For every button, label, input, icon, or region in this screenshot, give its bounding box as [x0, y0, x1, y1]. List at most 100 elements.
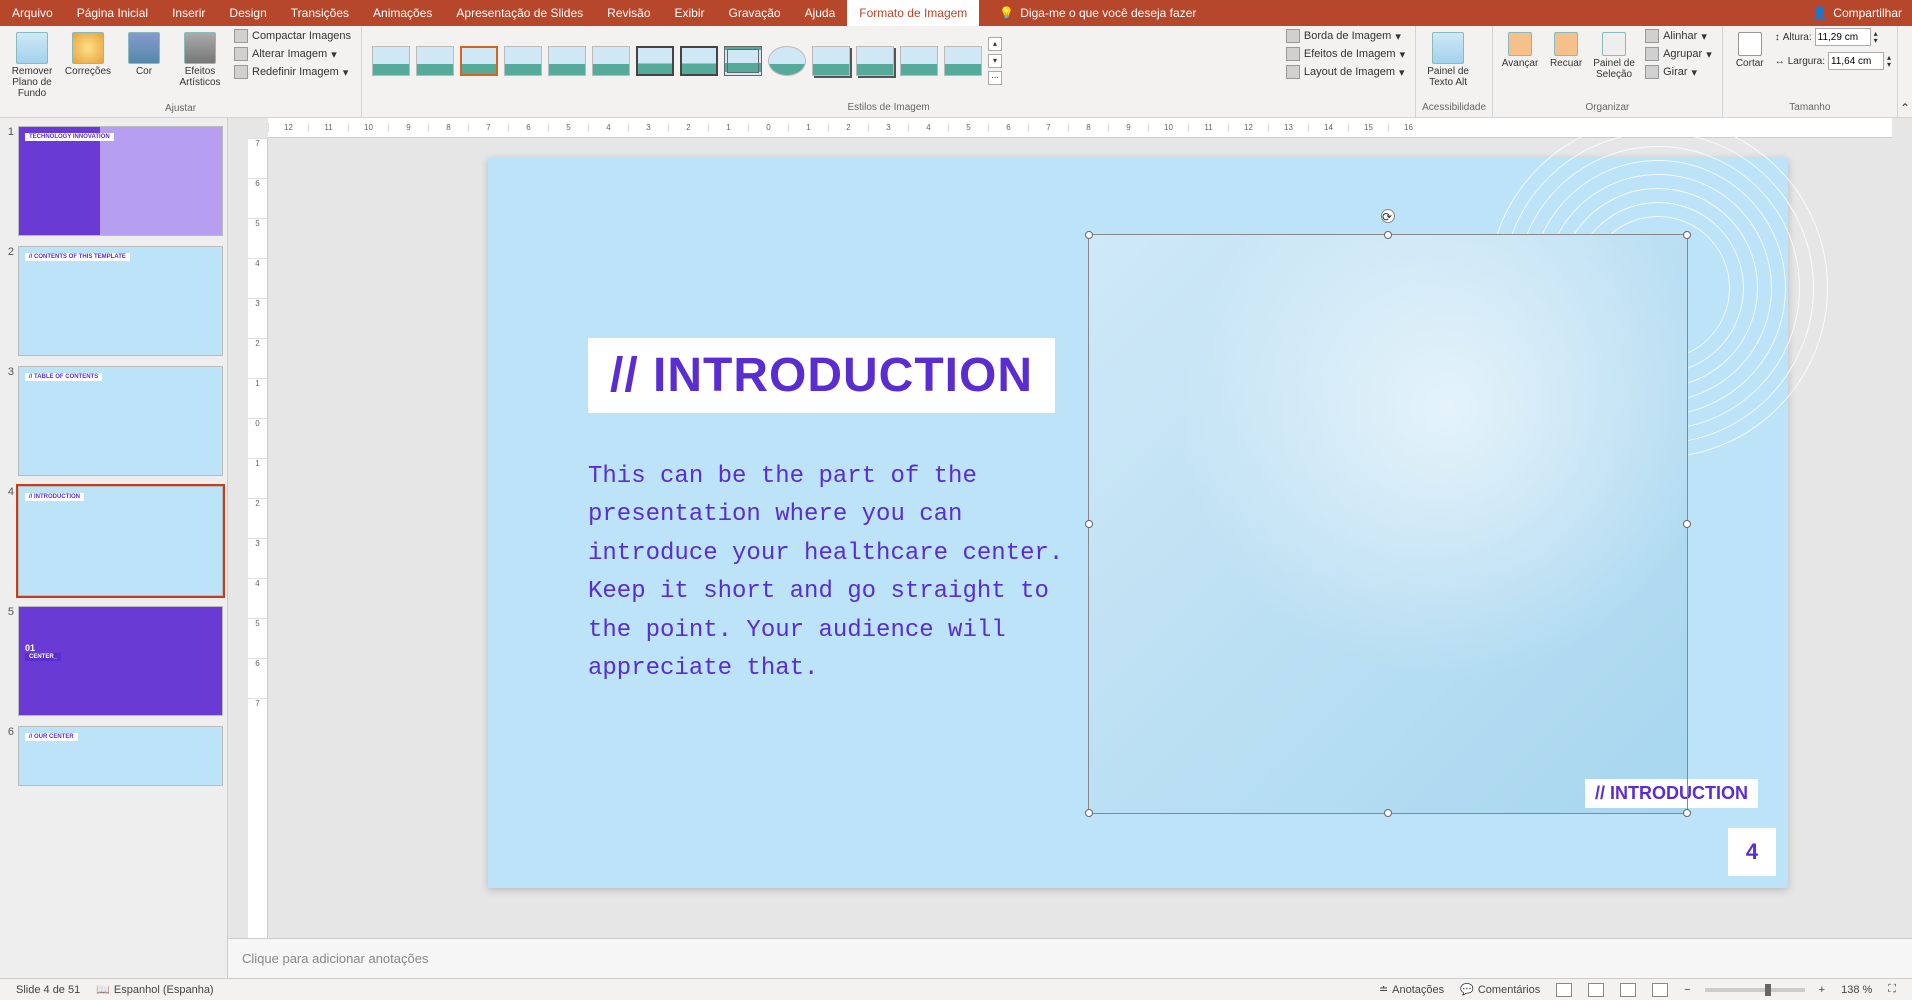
agrupar-button[interactable]: Agrupar ▾: [1641, 46, 1716, 62]
slide-page-number[interactable]: 4: [1728, 828, 1776, 876]
style-thumb-3[interactable]: [460, 46, 498, 76]
rotate-icon: [1645, 65, 1659, 79]
slide-thumb-3[interactable]: // TABLE OF CONTENTS: [18, 366, 223, 476]
recuar-button[interactable]: Recuar: [1545, 28, 1587, 73]
view-reading-button[interactable]: [1612, 983, 1644, 997]
gallery-more-button[interactable]: ⋯: [988, 71, 1002, 85]
tab-gravacao[interactable]: Gravação: [717, 0, 793, 26]
painel-texto-alt-button[interactable]: Painel de Texto Alt: [1422, 28, 1474, 92]
style-thumb-7[interactable]: [636, 46, 674, 76]
borda-imagem-button[interactable]: Borda de Imagem ▾: [1282, 28, 1409, 44]
tab-apresentacao[interactable]: Apresentação de Slides: [444, 0, 595, 26]
slide-thumb-2[interactable]: // CONTENTS OF THIS TEMPLATE: [18, 246, 223, 356]
tab-transicoes[interactable]: Transições: [279, 0, 361, 26]
share-button[interactable]: 👤 Compartilhar: [1812, 6, 1902, 20]
gallery-scroll-down[interactable]: ▾: [988, 54, 1002, 68]
alt-text-icon: [1432, 32, 1464, 64]
slide-title[interactable]: // INTRODUCTION: [588, 338, 1055, 413]
handle-mr[interactable]: [1683, 520, 1691, 528]
style-thumb-9[interactable]: [724, 46, 762, 76]
language-label: Espanhol (Espanha): [114, 984, 214, 996]
comentarios-button[interactable]: 💬 Comentários: [1452, 983, 1548, 996]
tell-me-label: Diga-me o que você deseja fazer: [1020, 6, 1196, 20]
style-thumb-12[interactable]: [856, 46, 894, 76]
view-normal-button[interactable]: [1548, 983, 1580, 997]
girar-button[interactable]: Girar ▾: [1641, 64, 1716, 80]
zoom-slider[interactable]: [1705, 988, 1805, 992]
style-thumb-14[interactable]: [944, 46, 982, 76]
anotacoes-button[interactable]: ≐ Anotações: [1371, 983, 1452, 996]
cortar-button[interactable]: Cortar: [1729, 28, 1771, 73]
tab-revisao[interactable]: Revisão: [595, 0, 662, 26]
style-thumb-11[interactable]: [812, 46, 850, 76]
slide-counter[interactable]: Slide 4 de 51: [8, 984, 88, 996]
efeitos-imagem-button[interactable]: Efeitos de Imagem ▾: [1282, 46, 1409, 62]
slide-body-text[interactable]: This can be the part of the presentation…: [588, 458, 1068, 688]
slide-thumb-1[interactable]: TECHNOLOGY INNOVATION: [18, 126, 223, 236]
style-thumb-8[interactable]: [680, 46, 718, 76]
thumb-4-title: // INTRODUCTION: [25, 493, 84, 501]
tab-exibir[interactable]: Exibir: [663, 0, 717, 26]
zoom-handle[interactable]: [1765, 984, 1771, 996]
tab-ajuda[interactable]: Ajuda: [793, 0, 848, 26]
zoom-in-button[interactable]: +: [1811, 984, 1833, 996]
correcoes-button[interactable]: Correções: [62, 28, 114, 81]
style-thumb-6[interactable]: [592, 46, 630, 76]
efeitos-artisticos-button[interactable]: Efeitos Artísticos: [174, 28, 226, 92]
picture-effects-icon: [1286, 47, 1300, 61]
painel-selecao-button[interactable]: Painel de Seleção: [1591, 28, 1637, 84]
tab-design[interactable]: Design: [217, 0, 278, 26]
style-thumb-1[interactable]: [372, 46, 410, 76]
notes-pane[interactable]: Clique para adicionar anotações: [228, 938, 1912, 978]
style-thumb-5[interactable]: [548, 46, 586, 76]
tell-me-search[interactable]: 💡 Diga-me o que você deseja fazer: [999, 6, 1196, 20]
zoom-level[interactable]: 138 %: [1833, 984, 1880, 996]
zoom-out-button[interactable]: −: [1676, 984, 1698, 996]
thumb-5-title: CENTER_: [25, 653, 61, 661]
avancar-button[interactable]: Avançar: [1499, 28, 1541, 73]
gallery-scroll-up[interactable]: ▴: [988, 37, 1002, 51]
reset-image-icon: [234, 65, 248, 79]
slide-thumb-5[interactable]: 01 CENTER_: [18, 606, 223, 716]
altura-input[interactable]: [1815, 28, 1871, 46]
group-acessibilidade: Painel de Texto Alt Acessibilidade: [1416, 26, 1493, 117]
cor-button[interactable]: Cor: [118, 28, 170, 81]
handle-bm[interactable]: [1384, 809, 1392, 817]
handle-tl[interactable]: [1085, 231, 1093, 239]
alinhar-button[interactable]: Alinhar ▾: [1641, 28, 1716, 44]
handle-tm[interactable]: [1384, 231, 1392, 239]
largura-input[interactable]: [1828, 52, 1884, 70]
alterar-imagem-button[interactable]: Alterar Imagem ▾: [230, 46, 355, 62]
compactar-imagens-button[interactable]: Compactar Imagens: [230, 28, 355, 44]
language-status[interactable]: 📖 Espanhol (Espanha): [88, 983, 221, 996]
handle-tr[interactable]: [1683, 231, 1691, 239]
largura-spinner[interactable]: ▴▾: [1887, 54, 1891, 68]
rotate-handle[interactable]: ⟳: [1381, 209, 1395, 223]
style-thumb-2[interactable]: [416, 46, 454, 76]
collapse-ribbon-button[interactable]: ⌃: [1898, 26, 1912, 117]
view-slideshow-button[interactable]: [1644, 983, 1676, 997]
style-thumb-4[interactable]: [504, 46, 542, 76]
tab-pagina-inicial[interactable]: Página Inicial: [65, 0, 160, 26]
redefinir-imagem-button[interactable]: Redefinir Imagem ▾: [230, 64, 355, 80]
slide-thumb-4[interactable]: // INTRODUCTION: [18, 486, 223, 596]
handle-br[interactable]: [1683, 809, 1691, 817]
tab-animacoes[interactable]: Animações: [361, 0, 444, 26]
height-icon: ↕: [1775, 32, 1780, 43]
handle-ml[interactable]: [1085, 520, 1093, 528]
correcoes-label: Correções: [65, 66, 111, 77]
altura-spinner[interactable]: ▴▾: [1874, 30, 1878, 44]
tab-arquivo[interactable]: Arquivo: [0, 0, 65, 26]
remover-plano-button[interactable]: Remover Plano de Fundo: [6, 28, 58, 103]
style-thumb-13[interactable]: [900, 46, 938, 76]
layout-imagem-button[interactable]: Layout de Imagem ▾: [1282, 64, 1409, 80]
vertical-ruler: 765432101234567: [248, 138, 268, 978]
style-thumb-10[interactable]: [768, 46, 806, 76]
tab-formato-imagem[interactable]: Formato de Imagem: [847, 0, 979, 26]
slide-canvas[interactable]: // INTRODUCTION This can be the part of …: [488, 158, 1788, 888]
slide-thumb-6[interactable]: // OUR CENTER: [18, 726, 223, 786]
fit-to-window-button[interactable]: ⛶: [1880, 983, 1904, 996]
view-sorter-button[interactable]: [1580, 983, 1612, 997]
handle-bl[interactable]: [1085, 809, 1093, 817]
tab-inserir[interactable]: Inserir: [160, 0, 217, 26]
